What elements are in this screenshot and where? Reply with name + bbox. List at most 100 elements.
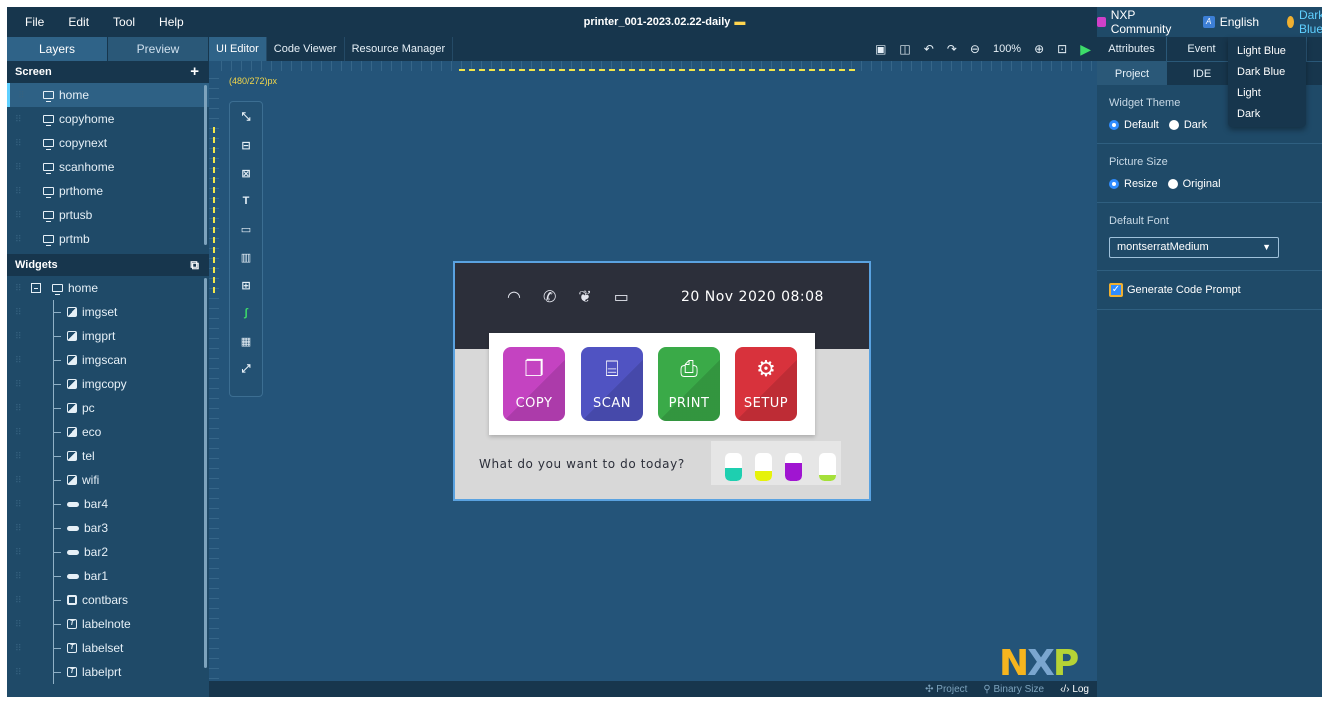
screen-item-copyhome[interactable]: ⠿ copyhome bbox=[7, 107, 209, 131]
widget-tree-item[interactable]: ⠿ tel bbox=[7, 444, 209, 468]
leaf-icon[interactable]: ❦ bbox=[578, 287, 591, 307]
undo-icon[interactable]: ↶ bbox=[924, 42, 934, 56]
tab-resource-manager[interactable]: Resource Manager bbox=[344, 37, 454, 61]
drag-handle-icon[interactable]: ⠿ bbox=[15, 516, 23, 540]
image-widget-icon[interactable]: ⊞ bbox=[236, 276, 256, 294]
theme-selector[interactable]: Dark Blue bbox=[1287, 8, 1322, 36]
screen-item-copynext[interactable]: ⠿ copynext bbox=[7, 131, 209, 155]
drag-handle-icon[interactable]: ⠿ bbox=[15, 540, 23, 564]
popout-icon[interactable]: ⧉ bbox=[190, 254, 199, 276]
button-widget-icon[interactable]: ⊟ bbox=[236, 136, 256, 154]
ink-bar[interactable] bbox=[725, 453, 742, 481]
export-icon[interactable]: ⊡ bbox=[1057, 42, 1067, 56]
drag-handle-icon[interactable]: ⠿ bbox=[15, 300, 23, 324]
zoom-in-icon[interactable]: ⊕ bbox=[1034, 42, 1044, 56]
add-screen-button[interactable]: + bbox=[190, 61, 199, 83]
screen-item-scanhome[interactable]: ⠿ scanhome bbox=[7, 155, 209, 179]
drag-handle-icon[interactable]: ⠿ bbox=[15, 636, 23, 660]
widget-tree-item[interactable]: ⠿ Tlabelset bbox=[7, 636, 209, 660]
widget-tree-item[interactable]: ⠿ imgcopy bbox=[7, 372, 209, 396]
widget-tree-item[interactable]: ⠿ wifi bbox=[7, 468, 209, 492]
collapse-toolbox-icon[interactable]: ⤡ bbox=[236, 108, 256, 126]
widget-tree-root[interactable]: ⠿ home bbox=[7, 276, 209, 300]
device-preview[interactable]: ◠ ✆ ❦ ▭ 20 Nov 2020 08:08 ❐ COPY ⌸ SCAN bbox=[453, 261, 871, 501]
devices-icon[interactable]: ▭ bbox=[614, 287, 629, 307]
prompt-label[interactable]: What do you want to do today? bbox=[479, 457, 685, 471]
run-simulator-icon[interactable]: ▶ bbox=[1080, 41, 1091, 58]
collapse-icon[interactable] bbox=[31, 283, 41, 293]
phone-icon[interactable]: ✆ bbox=[543, 287, 556, 307]
widget-tree-item[interactable]: ⠿ Tlabelnote bbox=[7, 612, 209, 636]
drag-handle-icon[interactable]: ⠿ bbox=[15, 468, 23, 492]
zoom-out-icon[interactable]: ⊖ bbox=[970, 42, 980, 56]
drag-handle-icon[interactable]: ⠿ bbox=[15, 324, 23, 348]
tab-event[interactable]: Event bbox=[1167, 37, 1237, 61]
drag-handle-icon[interactable]: ⠿ bbox=[15, 492, 23, 516]
print-app-button[interactable]: ⎙ PRINT bbox=[658, 347, 720, 421]
menu-edit[interactable]: Edit bbox=[56, 15, 101, 29]
chart-widget-icon[interactable]: ▥ bbox=[236, 248, 256, 266]
dropdown-widget-icon[interactable]: ▭ bbox=[236, 220, 256, 238]
setup-app-button[interactable]: ⚙ SETUP bbox=[735, 347, 797, 421]
design-canvas[interactable]: (480/272)px ⤡ ⊟ ⊠ T ▭ ▥ ⊞ ∫ ▦ ⤢ ◠ ✆ ❦ ▭ … bbox=[209, 61, 1097, 689]
theme-option-light[interactable]: Light bbox=[1228, 83, 1306, 104]
community-link[interactable]: NXP Community bbox=[1097, 8, 1175, 36]
theme-option-dark[interactable]: Dark bbox=[1228, 104, 1306, 125]
widget-tree-item[interactable]: ⠿ contbars bbox=[7, 588, 209, 612]
widget-theme-default-radio[interactable]: Default bbox=[1109, 119, 1159, 131]
widget-tree-item[interactable]: ⠿ pc bbox=[7, 396, 209, 420]
language-selector[interactable]: A English bbox=[1202, 15, 1259, 29]
drag-handle-icon[interactable]: ⠿ bbox=[15, 612, 23, 636]
picture-size-original-radio[interactable]: Original bbox=[1167, 178, 1221, 190]
drag-handle-icon[interactable]: ⠿ bbox=[15, 155, 23, 179]
drag-handle-icon[interactable]: ⠿ bbox=[15, 227, 23, 251]
tab-preview[interactable]: Preview bbox=[108, 37, 209, 61]
status-project[interactable]: ✣ Project bbox=[925, 684, 967, 695]
bring-front-icon[interactable]: ▣ bbox=[875, 42, 886, 56]
device-date[interactable]: 20 Nov 2020 08:08 bbox=[681, 289, 824, 305]
widget-tree-item[interactable]: ⠿ bar3 bbox=[7, 516, 209, 540]
drag-handle-icon[interactable]: ⠿ bbox=[15, 420, 23, 444]
widget-tree-item[interactable]: ⠿ bar4 bbox=[7, 492, 209, 516]
send-back-icon[interactable]: ◫ bbox=[899, 42, 910, 56]
screen-item-prtmb[interactable]: ⠿ prtmb bbox=[7, 227, 209, 251]
label-widget-icon[interactable]: T bbox=[236, 192, 256, 210]
ink-bar[interactable] bbox=[819, 453, 836, 481]
drag-handle-icon[interactable]: ⠿ bbox=[15, 588, 23, 612]
drag-handle-icon[interactable]: ⠿ bbox=[15, 107, 23, 131]
line-widget-icon[interactable]: ∫ bbox=[236, 304, 256, 322]
widget-tree-item[interactable]: ⠿ imgscan bbox=[7, 348, 209, 372]
menu-tool[interactable]: Tool bbox=[101, 15, 147, 29]
drag-handle-icon[interactable]: ⠿ bbox=[15, 348, 23, 372]
imgbutton-widget-icon[interactable]: ⊠ bbox=[236, 164, 256, 182]
drag-handle-icon[interactable]: ⠿ bbox=[15, 396, 23, 420]
picture-size-resize-radio[interactable]: Resize bbox=[1109, 178, 1158, 190]
menu-file[interactable]: File bbox=[13, 15, 56, 29]
redo-icon[interactable]: ↷ bbox=[947, 42, 957, 56]
drag-handle-icon[interactable]: ⠿ bbox=[15, 276, 23, 300]
drag-handle-icon[interactable]: ⠿ bbox=[15, 372, 23, 396]
tab-attributes[interactable]: Attributes bbox=[1097, 37, 1167, 61]
widget-tree-item[interactable]: ⠿ bar1 bbox=[7, 564, 209, 588]
drag-handle-icon[interactable]: ⠿ bbox=[18, 83, 26, 107]
drag-handle-icon[interactable]: ⠿ bbox=[15, 203, 23, 227]
status-log[interactable]: ‹/› Log bbox=[1060, 684, 1089, 695]
screen-item-home[interactable]: ⠿ home bbox=[7, 83, 209, 107]
default-font-select[interactable]: montserratMedium ▼ bbox=[1109, 237, 1279, 258]
tab-layers[interactable]: Layers bbox=[7, 37, 108, 61]
scan-app-button[interactable]: ⌸ SCAN bbox=[581, 347, 643, 421]
widget-tree-item[interactable]: ⠿ bar2 bbox=[7, 540, 209, 564]
expand-toolbox-icon[interactable]: ⤢ bbox=[236, 360, 256, 378]
theme-option-light-blue[interactable]: Light Blue bbox=[1228, 41, 1306, 62]
drag-handle-icon[interactable]: ⠿ bbox=[15, 131, 23, 155]
drag-handle-icon[interactable]: ⠿ bbox=[15, 564, 23, 588]
widget-theme-dark-radio[interactable]: Dark bbox=[1168, 119, 1207, 131]
widget-tree-item[interactable]: ⠿ imgset bbox=[7, 300, 209, 324]
tab-ide[interactable]: IDE bbox=[1167, 62, 1237, 85]
wifi-icon[interactable]: ◠ bbox=[507, 287, 521, 307]
widget-tree-scrollbar[interactable] bbox=[204, 278, 207, 668]
widget-tree-item[interactable]: ⠿ eco bbox=[7, 420, 209, 444]
copy-app-button[interactable]: ❐ COPY bbox=[503, 347, 565, 421]
ink-bar[interactable] bbox=[755, 453, 772, 481]
drag-handle-icon[interactable]: ⠿ bbox=[15, 444, 23, 468]
